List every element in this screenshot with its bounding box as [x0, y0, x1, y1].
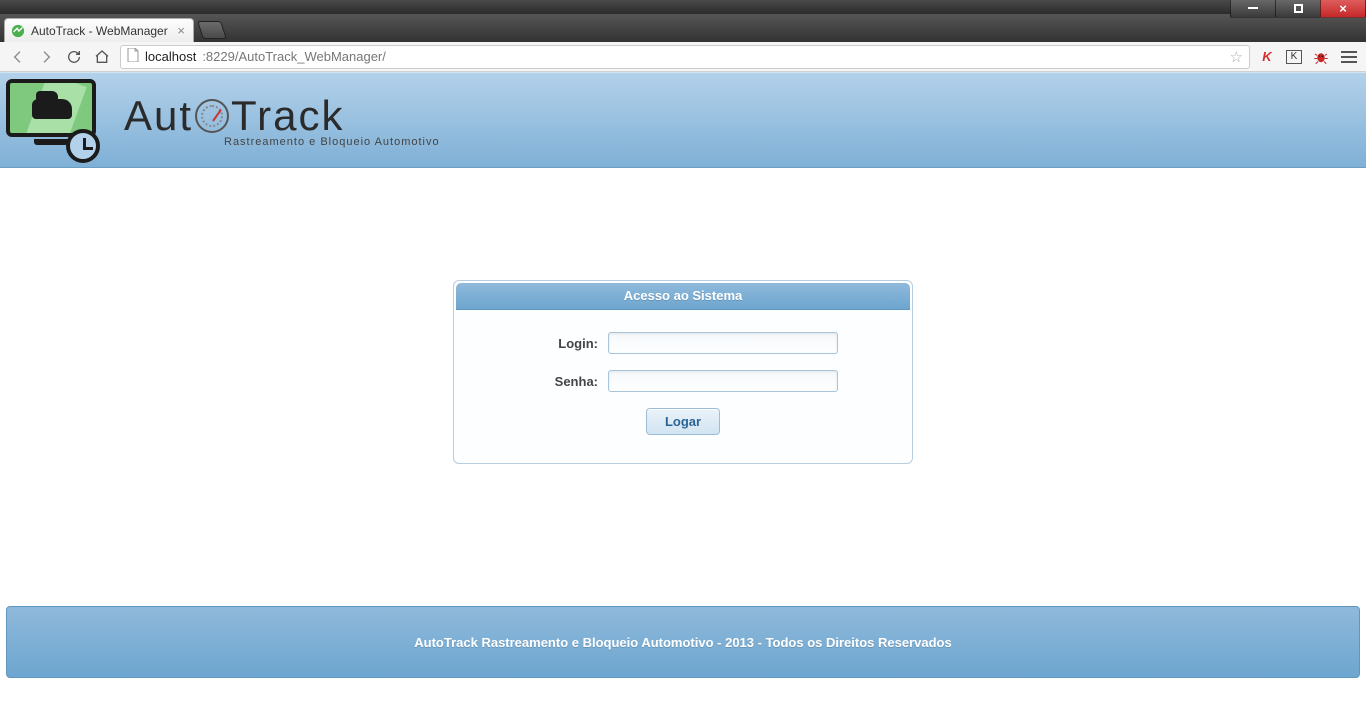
- url-path: :8229/AutoTrack_WebManager/: [202, 49, 386, 64]
- brand-text-part1: Aut: [124, 92, 193, 140]
- favicon-icon: [11, 24, 25, 38]
- brand-text-part2: Track: [231, 92, 344, 140]
- os-titlebar: ×: [0, 0, 1366, 14]
- login-panel: Acesso ao Sistema Login: Senha: Logar: [453, 280, 913, 464]
- nav-reload-button[interactable]: [64, 47, 84, 67]
- url-host: localhost: [145, 49, 196, 64]
- extension-k-box-icon[interactable]: K: [1286, 50, 1302, 64]
- logo-mark-icon: [6, 77, 106, 163]
- extension-kaspersky-icon[interactable]: K: [1258, 48, 1276, 66]
- window-maximize-button[interactable]: [1275, 0, 1321, 18]
- brand-tagline: Rastreamento e Bloqueio Automotivo: [224, 136, 440, 148]
- login-input[interactable]: [608, 332, 838, 354]
- chrome-menu-button[interactable]: [1340, 48, 1358, 66]
- password-label: Senha:: [528, 374, 598, 389]
- footer-text: AutoTrack Rastreamento e Bloqueio Automo…: [414, 635, 951, 650]
- extension-icons: K K: [1258, 48, 1358, 66]
- brand-wordmark: Aut Track: [124, 92, 440, 140]
- extension-bug-icon[interactable]: [1312, 48, 1330, 66]
- login-button[interactable]: Logar: [646, 408, 720, 435]
- gauge-icon: [195, 99, 229, 133]
- new-tab-button[interactable]: [197, 21, 227, 39]
- login-panel-title: Acesso ao Sistema: [456, 283, 910, 310]
- password-input[interactable]: [608, 370, 838, 392]
- nav-forward-button[interactable]: [36, 47, 56, 67]
- browser-toolbar: localhost :8229/AutoTrack_WebManager/ ☆ K…: [0, 42, 1366, 72]
- window-minimize-button[interactable]: [1230, 0, 1276, 18]
- window-close-button[interactable]: ×: [1320, 0, 1366, 18]
- nav-home-button[interactable]: [92, 47, 112, 67]
- browser-tab-strip: AutoTrack - WebManager ×: [0, 14, 1366, 42]
- address-bar[interactable]: localhost :8229/AutoTrack_WebManager/ ☆: [120, 45, 1250, 69]
- nav-back-button[interactable]: [8, 47, 28, 67]
- login-label: Login:: [528, 336, 598, 351]
- app-footer: AutoTrack Rastreamento e Bloqueio Automo…: [6, 606, 1360, 678]
- app-header-banner: Aut Track Rastreamento e Bloqueio Automot…: [0, 72, 1366, 168]
- bookmark-star-icon[interactable]: ☆: [1230, 48, 1243, 66]
- browser-tab-title: AutoTrack - WebManager: [31, 24, 168, 38]
- tab-close-icon[interactable]: ×: [177, 24, 185, 37]
- page-icon: [127, 48, 139, 65]
- page-viewport: Aut Track Rastreamento e Bloqueio Automot…: [0, 72, 1366, 728]
- app-logo: Aut Track Rastreamento e Bloqueio Automot…: [6, 77, 440, 163]
- browser-tab-active[interactable]: AutoTrack - WebManager ×: [4, 18, 194, 42]
